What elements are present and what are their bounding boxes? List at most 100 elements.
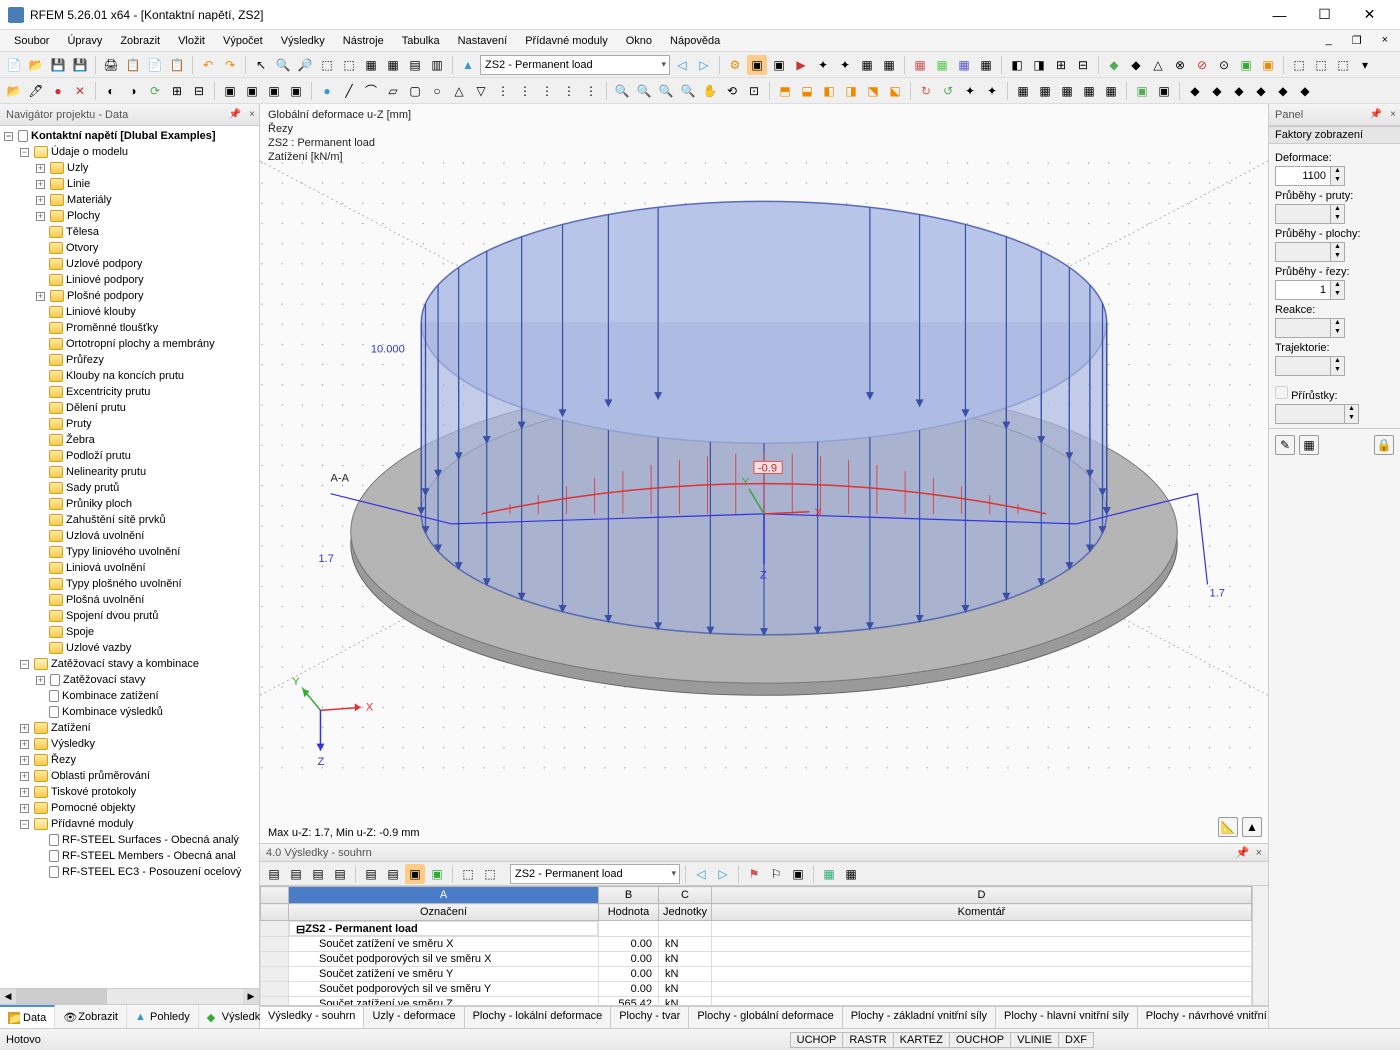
t2-arc-icon[interactable]: ⌒ <box>361 81 381 101</box>
t2-zoom4-icon[interactable]: 🔍 <box>678 81 698 101</box>
tree-item[interactable]: −Přídavné moduly <box>0 816 259 832</box>
tree-item[interactable]: +Zatížení <box>0 720 259 736</box>
t2-7-icon[interactable]: ⟳ <box>145 81 165 101</box>
tree-item[interactable]: Liniové podpory <box>0 272 259 288</box>
t2-r4-icon[interactable]: ✦ <box>982 81 1002 101</box>
tree-root[interactable]: −Kontaktní napětí [Dlubal Examples] <box>0 128 259 144</box>
misc2-icon[interactable]: ✦ <box>835 55 855 75</box>
t2-e2-icon[interactable]: ▣ <box>1154 81 1174 101</box>
tree-item[interactable]: Uzlové podpory <box>0 256 259 272</box>
tree-module[interactable]: RF-STEEL Members - Obecná anal <box>0 848 259 864</box>
tree-item[interactable]: Liniové klouby <box>0 304 259 320</box>
rp-close-icon[interactable]: × <box>1390 109 1396 120</box>
menu-tabulka[interactable]: Tabulka <box>394 33 448 49</box>
grid4-icon[interactable]: ▦ <box>976 55 996 75</box>
panel-icon[interactable]: ▥ <box>427 55 447 75</box>
t2-solid-icon[interactable]: ▢ <box>405 81 425 101</box>
calc-icon[interactable]: ⚙ <box>725 55 745 75</box>
t2-more1-icon[interactable]: ⋮ <box>493 81 513 101</box>
t2-f2-icon[interactable]: ◆ <box>1207 81 1227 101</box>
tree-item[interactable]: Kombinace zatížení <box>0 688 259 704</box>
geo3-icon[interactable]: ⊞ <box>1051 55 1071 75</box>
t2-v3-icon[interactable]: ◧ <box>819 81 839 101</box>
t2-r3-icon[interactable]: ✦ <box>960 81 980 101</box>
misc4-icon[interactable]: ▦ <box>879 55 899 75</box>
tree-item[interactable]: Pruty <box>0 416 259 432</box>
tree-item[interactable]: +Zatěžovací stavy <box>0 672 259 688</box>
menu-okno[interactable]: Okno <box>618 33 660 49</box>
cell-dxf[interactable]: DXF <box>1058 1032 1094 1048</box>
misc3-icon[interactable]: ▦ <box>857 55 877 75</box>
snap8-icon[interactable]: ▣ <box>1258 55 1278 75</box>
t2-v4-icon[interactable]: ◨ <box>841 81 861 101</box>
chk-prirustky[interactable] <box>1275 386 1288 399</box>
grid1-icon[interactable]: ▦ <box>910 55 930 75</box>
t2-2-icon[interactable]: 🖊 <box>26 81 46 101</box>
t2-9-icon[interactable]: ⊟ <box>189 81 209 101</box>
copy-icon[interactable]: 📄 <box>145 55 165 75</box>
maximize-button[interactable]: ☐ <box>1302 0 1347 30</box>
tree-item[interactable]: Otvory <box>0 240 259 256</box>
rt-excel-icon[interactable]: ▦ <box>819 864 839 884</box>
t2-8-icon[interactable]: ⊞ <box>167 81 187 101</box>
rt-1-icon[interactable]: ▤ <box>264 864 284 884</box>
results-grid[interactable]: A B C D Označení Hodnota Jednotky Koment… <box>260 886 1268 1006</box>
rt-2-icon[interactable]: ▤ <box>286 864 306 884</box>
rp-pin-icon[interactable]: 📌 <box>1370 109 1382 120</box>
t2-f1-icon[interactable]: ◆ <box>1185 81 1205 101</box>
menu-soubor[interactable]: Soubor <box>6 33 57 49</box>
geo1-icon[interactable]: ◧ <box>1007 55 1027 75</box>
nav-tab-zobrazit[interactable]: 👁Zobrazit <box>55 1005 127 1028</box>
rt-3-icon[interactable]: ▤ <box>308 864 328 884</box>
t2-zoom3-icon[interactable]: 🔍 <box>656 81 676 101</box>
view3-icon[interactable]: ⬚ <box>1333 55 1353 75</box>
tool4-icon[interactable]: ▦ <box>383 55 403 75</box>
tree-item[interactable]: Klouby na koncích prutu <box>0 368 259 384</box>
tree-model-data[interactable]: −Údaje o modelu <box>0 144 259 160</box>
spin-prirustky[interactable]: ▲▼ <box>1275 404 1394 424</box>
tree-module[interactable]: RF-STEEL Surfaces - Obecná analý <box>0 832 259 848</box>
tree-item[interactable]: +Pomocné objekty <box>0 800 259 816</box>
tree-item[interactable]: +Linie <box>0 176 259 192</box>
t2-more2-icon[interactable]: ⋮ <box>515 81 535 101</box>
tree-module[interactable]: RF-STEEL EC3 - Posouzení ocelový <box>0 864 259 880</box>
spin-plochy[interactable]: ▲▼ <box>1275 242 1394 262</box>
pin-icon[interactable]: 📌 <box>229 109 241 120</box>
vp-btn1-icon[interactable]: 📐 <box>1218 817 1238 837</box>
tree-item[interactable]: +Plochy <box>0 208 259 224</box>
saveall-icon[interactable]: 💾 <box>70 55 90 75</box>
open-icon[interactable]: 📂 <box>26 55 46 75</box>
menu-zobrazit[interactable]: Zobrazit <box>112 33 168 49</box>
snap3-icon[interactable]: △ <box>1148 55 1168 75</box>
tree-item[interactable]: Průřezy <box>0 352 259 368</box>
btab-1[interactable]: Uzly - deformace <box>364 1007 464 1028</box>
snap2-icon[interactable]: ◆ <box>1126 55 1146 75</box>
t2-f5-icon[interactable]: ◆ <box>1273 81 1293 101</box>
tree-item[interactable]: Liniová uvolnění <box>0 560 259 576</box>
rt-filter-icon[interactable]: ⚑ <box>744 864 764 884</box>
tree-item[interactable]: +Výsledky <box>0 736 259 752</box>
rt-7-icon[interactable]: ▣ <box>405 864 425 884</box>
rt-9-icon[interactable]: ⬚ <box>458 864 478 884</box>
rt-f2-icon[interactable]: ⚐ <box>766 864 786 884</box>
close-button[interactable]: ✕ <box>1347 0 1392 30</box>
t2-open-icon[interactable]: ○ <box>427 81 447 101</box>
tree-item[interactable]: Proměnné tloušťky <box>0 320 259 336</box>
t2-r1-icon[interactable]: ↻ <box>916 81 936 101</box>
new-icon[interactable]: 📄 <box>4 55 24 75</box>
undo-icon[interactable]: ↶ <box>198 55 218 75</box>
view2-icon[interactable]: ⬚ <box>1311 55 1331 75</box>
tool3-icon[interactable]: ▦ <box>361 55 381 75</box>
tree-item[interactable]: Nelinearity prutu <box>0 464 259 480</box>
results-combo[interactable]: ZS2 - Permanent load <box>510 864 680 884</box>
t2-zoom1-icon[interactable]: 🔍 <box>612 81 632 101</box>
menu-nastaveni[interactable]: Nastavení <box>450 33 516 49</box>
tree-item[interactable]: Plošná uvolnění <box>0 592 259 608</box>
t2-more3-icon[interactable]: ⋮ <box>537 81 557 101</box>
grid3-icon[interactable]: ▦ <box>954 55 974 75</box>
tree-item[interactable]: Spojení dvou prutů <box>0 608 259 624</box>
btab-5[interactable]: Plochy - základní vnitřní síly <box>843 1007 996 1028</box>
tree-item[interactable]: Sady prutů <box>0 480 259 496</box>
menu-vlozit[interactable]: Vložit <box>170 33 213 49</box>
tree-item[interactable]: Excentricity prutu <box>0 384 259 400</box>
